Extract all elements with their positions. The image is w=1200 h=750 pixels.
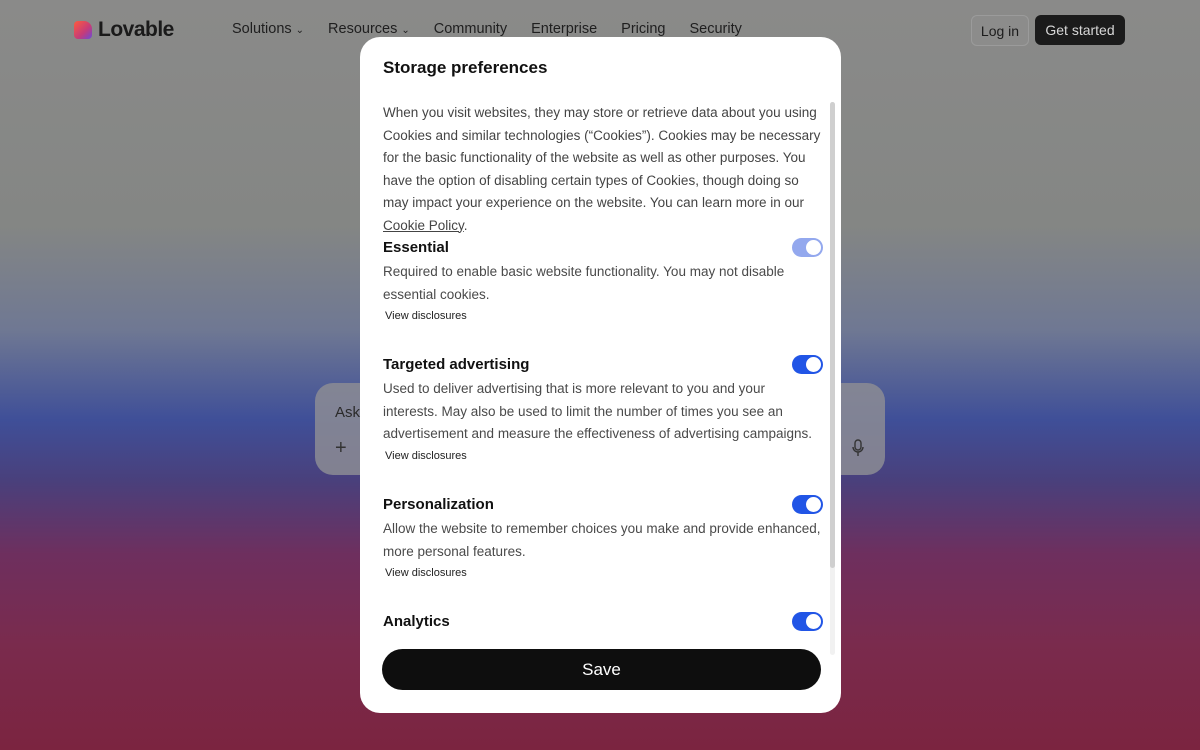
section-title: Analytics [383, 612, 450, 630]
section-title: Targeted advertising [383, 355, 530, 373]
scrollbar-thumb[interactable] [830, 102, 835, 568]
prompt-placeholder: Ask [335, 404, 361, 421]
section-personalization: Personalization Allow the website to rem… [383, 493, 823, 579]
lovable-logo-icon [74, 21, 92, 39]
nav-item-security[interactable]: Security [690, 21, 742, 37]
section-description: Used to deliver advertising that is more… [383, 381, 812, 441]
nav-item-solutions[interactable]: Solutions ⌄ [232, 21, 304, 37]
chevron-down-icon: ⌄ [401, 24, 410, 36]
nav-links: Solutions ⌄ Resources ⌄ Community Enterpri… [232, 21, 742, 37]
brand-name: Lovable [98, 18, 174, 41]
section-targeted-advertising: Targeted advertising Used to deliver adv… [383, 353, 823, 462]
analytics-toggle[interactable] [792, 611, 823, 631]
section-description: Required to enable basic website functio… [383, 264, 785, 302]
nav-item-enterprise[interactable]: Enterprise [531, 21, 597, 37]
targeted-advertising-toggle[interactable] [792, 354, 823, 374]
brand-logo[interactable]: Lovable [74, 18, 174, 42]
cookie-policy-link[interactable]: Cookie Policy [383, 218, 464, 233]
microphone-icon[interactable] [851, 439, 865, 457]
view-disclosures-link[interactable]: View disclosures [385, 567, 823, 579]
section-title: Personalization [383, 495, 494, 513]
section-analytics: Analytics [383, 610, 823, 632]
section-title: Essential [383, 238, 449, 256]
login-button[interactable]: Log in [971, 15, 1029, 46]
scrollbar[interactable] [830, 102, 835, 655]
intro-text: When you visit websites, they may store … [383, 105, 821, 233]
personalization-toggle[interactable] [792, 494, 823, 514]
nav-item-pricing[interactable]: Pricing [621, 21, 665, 37]
view-disclosures-link[interactable]: View disclosures [385, 450, 823, 462]
chevron-down-icon: ⌄ [295, 24, 305, 36]
view-disclosures-link[interactable]: View disclosures [385, 310, 823, 322]
dialog-title: Storage preferences [383, 58, 548, 77]
nav-item-community[interactable]: Community [434, 21, 507, 37]
section-description: Allow the website to remember choices yo… [383, 521, 821, 559]
section-essential: Essential Required to enable basic websi… [383, 236, 823, 322]
storage-preferences-dialog: Storage preferences When you visit websi… [360, 37, 841, 713]
essential-toggle [792, 237, 823, 257]
get-started-button[interactable]: Get started [1035, 15, 1125, 45]
dialog-scroll-area[interactable]: When you visit websites, they may store … [383, 102, 823, 655]
save-button[interactable]: Save [382, 649, 821, 690]
nav-item-resources[interactable]: Resources ⌄ [328, 21, 410, 37]
plus-icon[interactable]: + [335, 437, 347, 460]
